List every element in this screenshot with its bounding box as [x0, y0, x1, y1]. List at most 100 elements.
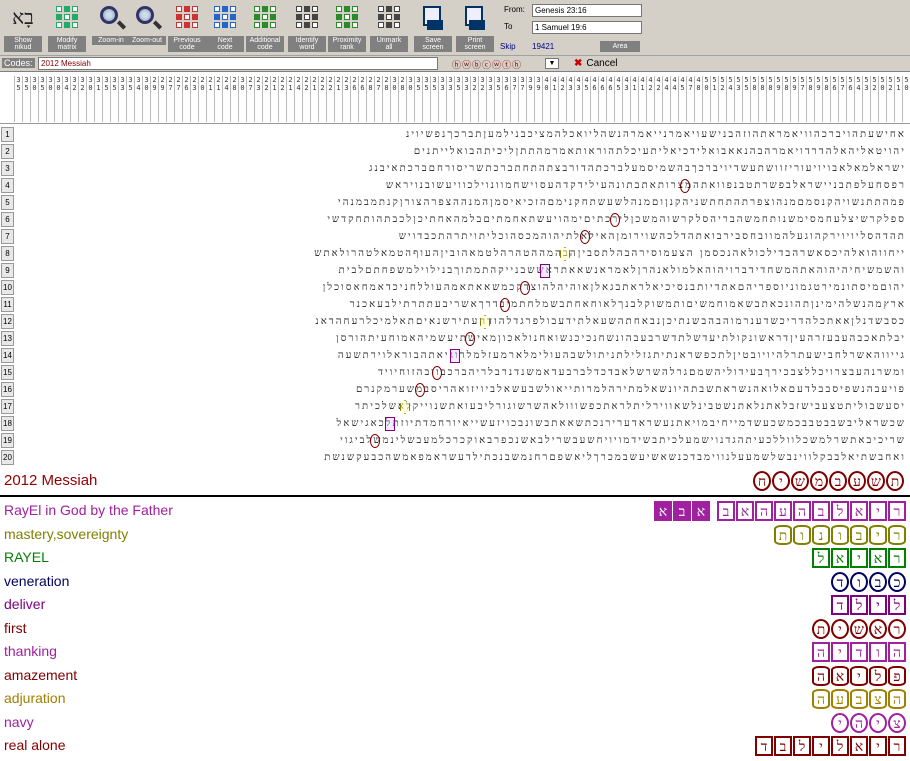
- column-number: 52: [870, 76, 878, 122]
- matrix-row[interactable]: והשמשיחיהיהוהאתהמשחדידברויהוהאלמולאנהרןל…: [16, 263, 906, 279]
- result-row[interactable]: real alone ר י א ל י ל ב ד: [0, 735, 910, 758]
- print-screen-button[interactable]: Print screen: [456, 2, 494, 54]
- proximity-rank-button[interactable]: Proximity rank: [328, 2, 366, 54]
- matrix-row[interactable]: שריכיבאתשרלמשכלווללכעיתהגדנוישמעלכיתבשיד…: [16, 433, 906, 449]
- hebrew-letters-button[interactable]: בָא Show nikud: [4, 2, 42, 54]
- matrix-row[interactable]: ישראלמאלאבויויעוריזוושתעשדיויברכךבהשמיסמ…: [16, 161, 906, 177]
- column-number: 41: [550, 76, 558, 122]
- column-header: 35 35 30 35 30 30 34 32 32 30 31 35 35 33 35 34 30 29 29 27…: [0, 74, 910, 124]
- code-letter: א: [654, 501, 672, 521]
- code-letter: ב: [812, 501, 830, 521]
- code-letter: ו: [869, 642, 887, 662]
- matrix-row[interactable]: ומשרנהעבצרויכללצבכירךבעידוליהשמםגרלהשרשל…: [16, 365, 906, 381]
- unmark-all-button[interactable]: Unmark all: [370, 2, 408, 54]
- result-row[interactable]: thanking ה ו ד י ה: [0, 641, 910, 664]
- column-number: 27: [174, 76, 182, 122]
- column-number: 52: [886, 76, 894, 122]
- column-number: 47: [686, 76, 694, 122]
- code-word: ריאלילבד: [754, 736, 906, 756]
- column-number: 53: [734, 76, 742, 122]
- row-number: 12: [1, 314, 14, 329]
- matrix-row[interactable]: רפסחעלפתבניישראלבפשרתטבנפוואתהמצרותאתבתו…: [16, 178, 906, 194]
- code-letter: י: [869, 736, 887, 756]
- cancel-label: Cancel: [586, 58, 618, 69]
- column-number: 50: [902, 76, 910, 122]
- column-number: 28: [366, 76, 374, 122]
- matrix-row[interactable]: אחישעתהויברכהוויאמראתהוזהבנישעויאמרנייאמ…: [16, 127, 906, 143]
- letter-matrix[interactable]: 1 אחישעתהויברכהוויאמראתהוזהבנישעויאמרנייא…: [0, 125, 910, 470]
- matrix-row[interactable]: ארץמהנשלהימינןתהונכאתבשאמוחמשיםותמשוקלבנ…: [16, 297, 906, 313]
- codes-input[interactable]: 2012 Messiah: [38, 57, 438, 70]
- matrix-row[interactable]: ואחבשתיאלבבקלווינבשלשמעעלנווימבדכנשאשיעש…: [16, 450, 906, 466]
- result-row[interactable]: amazement פ ל י א ה: [0, 665, 910, 688]
- cancel-button[interactable]: ✖ Cancel: [574, 57, 618, 70]
- result-words: לילד: [824, 595, 906, 615]
- matrix-row[interactable]: ייחווהואלהיכסאשרהבדילכולאהנכסמן הצעמוסיר…: [16, 246, 906, 262]
- code-letter: א: [869, 618, 887, 639]
- matrix-row[interactable]: יהויטאליהאלהדרדויאמרהבהנאאבואלידכיאליתעי…: [16, 144, 906, 160]
- code-letter: צ: [888, 712, 906, 733]
- column-number: 21: [214, 76, 222, 122]
- additional-code-button[interactable]: Additional code: [246, 2, 284, 54]
- column-number: 22: [262, 76, 270, 122]
- column-number: 59: [790, 76, 798, 122]
- column-number: 57: [798, 76, 806, 122]
- code-letter: ר: [888, 736, 906, 756]
- zoom-out-button[interactable]: Zoom-out: [128, 2, 166, 54]
- code-letter: ה: [812, 665, 830, 686]
- code-letter: י: [850, 548, 868, 568]
- column-number: 30: [390, 76, 398, 122]
- column-number: 21: [286, 76, 294, 122]
- matrix-row[interactable]: פויעבהנשפיסבבלדעםאלואהנשראתשבתהיונשאלמתי…: [16, 382, 906, 398]
- matrix-row[interactable]: ספלקרשיצלעחמסימשנותחמשהבריהסלקרשוהמשכןלי…: [16, 212, 906, 228]
- matrix-row[interactable]: יהוםמיסתונמירטגמוניוספריהםאתדיותבנסיכיאל…: [16, 280, 906, 296]
- column-number: 58: [766, 76, 774, 122]
- result-row[interactable]: first ר א ש י ת: [0, 618, 910, 641]
- codes-bar: Codes: 2012 Messiah ⓗⓦⓑⓒⓦⓣⓗ ▼ ✖ Cancel: [0, 56, 910, 72]
- column-number: 58: [750, 76, 758, 122]
- identify-word-button[interactable]: Identify word: [288, 2, 326, 54]
- result-row[interactable]: mastery,sovereignty ר י ב ו נ ו ת: [0, 524, 910, 547]
- result-row[interactable]: navy צ י ה י: [0, 712, 910, 735]
- result-row[interactable]: deliver ל י ל ד: [0, 594, 910, 617]
- previous-code-button[interactable]: Previous code: [168, 2, 206, 54]
- result-row[interactable]: RayEl in God by the Father ר י א ל ב ה ע ה א ב א ב א: [0, 500, 910, 523]
- unmark-all-icon: [374, 2, 404, 34]
- from-field[interactable]: Genesis 23:16: [532, 4, 642, 17]
- matrix-row[interactable]: שכשראליבשבבטבבכמשכעשדמייחיבמויאתנעשראדער…: [16, 416, 906, 432]
- next-code-button[interactable]: Next code: [206, 2, 244, 54]
- result-row[interactable]: RAYEL ר א י א ל: [0, 547, 910, 570]
- column-number: 46: [598, 76, 606, 122]
- codes-dropdown-button[interactable]: ▼: [545, 58, 559, 69]
- to-field[interactable]: 1 Samuel 19:6: [532, 21, 642, 34]
- result-row[interactable]: veneration כ ב ו ד: [0, 571, 910, 594]
- matrix-row[interactable]: יבלתאכבהעבעזרהעיןדראשונקולתיעדשלתדשרבעבה…: [16, 331, 906, 347]
- matrix-row[interactable]: פמהתתנשויהקנסמםמנהוצפרתהתחתשניהקנןוםמנהל…: [16, 195, 906, 211]
- row-number: 8: [1, 246, 14, 261]
- button-label: Modify matrix: [48, 36, 86, 52]
- zoom-in-button[interactable]: Zoom-in: [92, 2, 130, 54]
- save-screen-button[interactable]: Save screen: [414, 2, 452, 54]
- row-number: 13: [1, 331, 14, 346]
- code-letter: א: [831, 665, 849, 686]
- row-number: 5: [1, 195, 14, 210]
- row-number: 20: [1, 450, 14, 465]
- matrix-row[interactable]: יסעשבוליתטצעבישזבלאתנלאתנשטבינלשאווירלית…: [16, 399, 906, 415]
- button-label: Zoom-out: [128, 36, 166, 45]
- code-letter: נ: [812, 524, 830, 545]
- matrix-row[interactable]: גייווהאשרלחבישעתרלהיויובטיןלתכפשראנתיתגז…: [16, 348, 906, 364]
- column-number: 30: [54, 76, 62, 122]
- code-letter: ע: [848, 471, 866, 491]
- row-number: 18: [1, 416, 14, 431]
- code-letter: ד: [831, 571, 849, 592]
- modify-matrix-button[interactable]: Modify matrix: [48, 2, 86, 54]
- matrix-row[interactable]: כסבשדנלןאאתכלהדריכשדענרמוהבהבשנתיכןנבאחת…: [16, 314, 906, 330]
- code-letter: ל: [812, 548, 830, 568]
- toolbar: בָא Show nikud Modify matrix Zoom-in Zoom-ou…: [0, 0, 910, 56]
- column-number: 35: [454, 76, 462, 122]
- matrix-row[interactable]: תהדהסליויוירקהוגעלהמוובחסבירבואתהדלכהשוי…: [16, 229, 906, 245]
- area-button[interactable]: Area: [600, 41, 640, 52]
- row-number: 10: [1, 280, 14, 295]
- button-label: Unmark all: [370, 36, 408, 52]
- result-row[interactable]: adjuration ה צ ב ע ה: [0, 688, 910, 711]
